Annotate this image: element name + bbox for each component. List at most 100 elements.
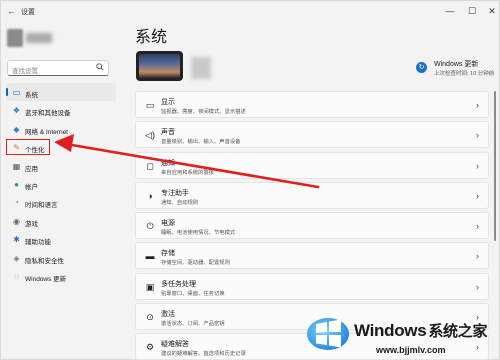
search-icon[interactable]: [96, 63, 104, 73]
device-screen: [139, 54, 180, 78]
avatar[interactable]: [7, 29, 23, 47]
sidebar-item-label: 蓝牙和其他设备: [25, 110, 71, 118]
accounts-icon: ●: [14, 179, 19, 189]
activation-icon: ⊙: [146, 312, 154, 323]
watermark-url: www.bjjmlv.com: [376, 345, 446, 355]
settings-card-sound[interactable]: ◁) 声音 音量级别、输出、输入、声音设备 ›: [135, 121, 489, 149]
gaming-icon: ◉: [13, 216, 20, 226]
card-title: 专注助手: [161, 189, 189, 197]
card-title: 疑难解答: [161, 341, 189, 349]
sidebar-item-accounts[interactable]: ● 帐户: [6, 175, 116, 193]
network-icon: ◆: [13, 124, 20, 134]
chevron-right-icon: ›: [476, 251, 479, 262]
settings-window: ← 设置 — ☐ ✕ 查找设置 ▭ 系统 ❖ 蓝牙和其他设备 ◆ 网络 & Interne…: [0, 0, 500, 360]
update-title: Windows 更新: [434, 61, 479, 68]
watermark-brand-cn: 系统之家: [428, 323, 488, 340]
sidebar-item-label: Windows 更新: [25, 275, 67, 283]
scrollbar[interactable]: [494, 91, 496, 241]
chevron-right-icon: ›: [476, 281, 479, 292]
focus-assist-icon: ◑: [147, 190, 153, 201]
sidebar-item-label: 个性化: [25, 147, 45, 155]
notifications-icon: ◻: [146, 160, 154, 171]
card-subtitle: 贴靠窗口、桌面、任务切换: [161, 290, 225, 297]
display-icon: ▭: [145, 100, 155, 110]
card-title: 多任务处理: [161, 280, 196, 288]
user-name-blurred: [26, 33, 52, 43]
settings-card-storage[interactable]: ▬ 存储存储空间、驱动器、配置规则 ›: [135, 242, 489, 270]
settings-card-multitasking[interactable]: ▣ 多任务处理贴靠窗口、桌面、任务切换 ›: [135, 272, 489, 300]
update-subtitle: 上次检查时间: 10 分钟前: [434, 71, 495, 77]
minimize-button[interactable]: —: [441, 4, 459, 18]
back-arrow-icon[interactable]: ←: [7, 6, 16, 16]
sidebar-item-gaming[interactable]: ◉ 游戏: [6, 212, 116, 230]
card-subtitle: 音量级别、输出、输入、声音设备: [161, 139, 241, 146]
card-subtitle: 激活状态、订阅、产品密钥: [161, 321, 225, 328]
privacy-icon: ◈: [13, 253, 20, 263]
chevron-right-icon: ›: [476, 130, 479, 141]
watermark-title: Windows 系统之家: [354, 320, 487, 341]
windows-update-icon: ◌: [14, 271, 19, 281]
windows-logo-icon: [307, 318, 349, 350]
card-title: 声音: [161, 129, 175, 137]
power-icon: ⏻: [146, 221, 154, 232]
sidebar-item-bluetooth[interactable]: ❖ 蓝牙和其他设备: [6, 101, 116, 119]
chevron-right-icon: ›: [476, 100, 479, 110]
sidebar-item-label: 网络 & Internet: [25, 128, 68, 136]
sidebar-item-label: 系统: [25, 92, 38, 99]
chevron-right-icon: ›: [476, 190, 479, 201]
card-title: 电源: [161, 220, 175, 228]
card-subtitle: 存储空间、驱动器、配置规则: [161, 260, 230, 267]
search-input[interactable]: 查找设置: [7, 60, 109, 76]
card-subtitle: 监视器、亮度、夜间模式、显示描述: [161, 109, 246, 115]
window-title: 设置: [21, 9, 35, 16]
personalization-icon: ✎: [13, 143, 20, 153]
sidebar-item-label: 帐户: [25, 183, 38, 191]
multitasking-icon: ▣: [145, 281, 155, 292]
watermark-brand: Windows: [354, 321, 427, 340]
storage-icon: ▬: [145, 251, 155, 262]
card-subtitle: 睡眠、电池使用情况、节电模式: [161, 230, 236, 237]
watermark: Windows 系统之家 www.bjjmlv.com: [304, 308, 500, 360]
sidebar-item-network[interactable]: ◆ 网络 & Internet: [6, 120, 116, 138]
settings-card-display[interactable]: ▭ 显示监视器、亮度、夜间模式、显示描述 ›: [135, 91, 489, 118]
maximize-button[interactable]: ☐: [463, 4, 481, 18]
sidebar-item-personalization[interactable]: ✎ 个性化: [6, 138, 116, 156]
bluetooth-icon: ❖: [12, 106, 21, 116]
card-title: 存储: [161, 250, 175, 258]
settings-card-focus-assist[interactable]: ◑ 专注助手通知、自动规则 ›: [135, 181, 489, 209]
card-subtitle: 通知、自动规则: [161, 199, 199, 206]
search-placeholder: 查找设置: [12, 68, 38, 75]
chevron-right-icon: ›: [476, 221, 479, 232]
troubleshoot-icon: ⚙: [145, 342, 155, 353]
card-title: 通知: [161, 159, 175, 167]
device-image[interactable]: [136, 51, 183, 81]
sidebar-item-accessibility[interactable]: ✱ 辅助功能: [6, 230, 116, 248]
sidebar-item-system[interactable]: ▭ 系统: [6, 83, 116, 101]
card-title: 显示: [161, 99, 175, 106]
page-title: 系统: [135, 29, 168, 46]
sidebar-nav: ▭ 系统 ❖ 蓝牙和其他设备 ◆ 网络 & Internet ✎ 个性化 ▦ 应用 ● 帐户 ◔ 时间和语…: [6, 83, 116, 285]
accessibility-icon: ✱: [13, 235, 20, 245]
settings-card-power[interactable]: ⏻ 电源睡眠、电池使用情况、节电模式 ›: [135, 212, 489, 240]
sidebar-item-label: 游戏: [25, 220, 38, 228]
sidebar-item-label: 时间和语言: [25, 202, 58, 210]
sidebar-item-label: 隐私和安全性: [25, 257, 64, 265]
card-title: 激活: [161, 311, 175, 319]
sidebar-item-apps[interactable]: ▦ 应用: [6, 157, 116, 175]
system-icon: ▭: [12, 88, 21, 97]
settings-card-notifications[interactable]: ◻ 通知来自应用和系统的警报 ›: [135, 151, 489, 179]
card-subtitle: 建议的疑难解答、首选项和历史记录: [161, 351, 246, 358]
sidebar-item-label: 应用: [25, 165, 38, 173]
close-button[interactable]: ✕: [483, 4, 500, 18]
apps-icon: ▦: [12, 161, 21, 171]
device-name-blurred: [191, 57, 211, 79]
sidebar-item-label: 辅助功能: [25, 239, 51, 247]
title-bar: ← 设置 — ☐ ✕: [1, 1, 500, 23]
sidebar-item-windows-update[interactable]: ◌ Windows 更新: [6, 267, 116, 285]
chevron-right-icon: ›: [476, 160, 479, 171]
time-language-icon: ◔: [14, 198, 19, 208]
update-icon: ↻: [416, 62, 427, 73]
sidebar-item-privacy[interactable]: ◈ 隐私和安全性: [6, 249, 116, 267]
sidebar-item-time-language[interactable]: ◔ 时间和语言: [6, 193, 116, 211]
card-subtitle: 来自应用和系统的警报: [161, 169, 214, 176]
